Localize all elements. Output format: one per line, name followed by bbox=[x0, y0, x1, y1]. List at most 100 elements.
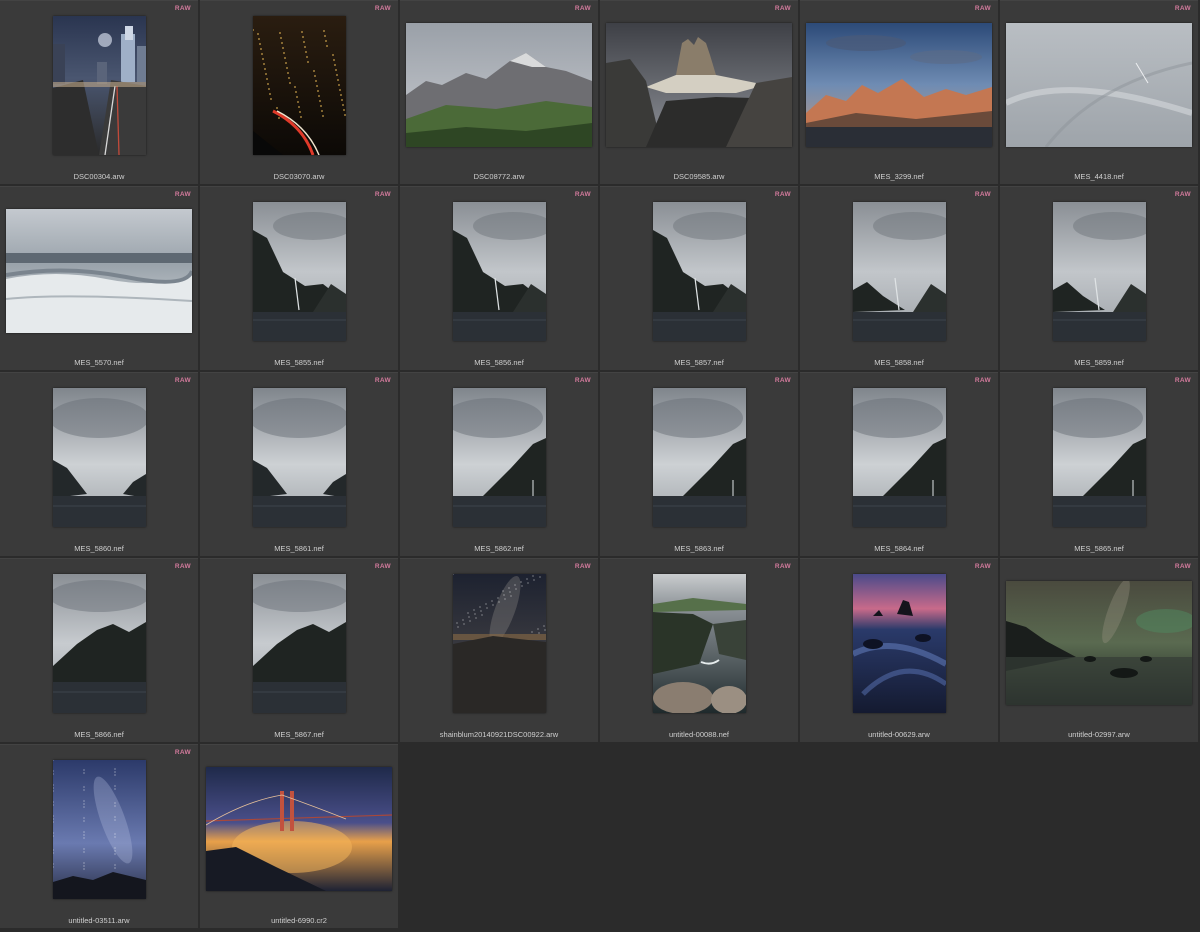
thumbnail-frame bbox=[0, 373, 198, 541]
thumbnail-frame bbox=[200, 187, 398, 355]
thumbnail-cell[interactable]: RAW MES_5570.nef bbox=[0, 186, 198, 370]
thumbnail-cell[interactable]: RAW shainblum20140921DSC00922.arw bbox=[400, 558, 598, 742]
fjord-photo-icon[interactable] bbox=[852, 201, 946, 341]
thumbnail-cell[interactable]: RAW MES_5857.nef bbox=[600, 186, 798, 370]
milky-way-photo-icon[interactable] bbox=[52, 759, 146, 899]
thumbnail-frame bbox=[200, 1, 398, 169]
thumbnail-frame bbox=[0, 559, 198, 727]
filename-label: untitled-6990.cr2 bbox=[271, 916, 327, 925]
mountain-peaks-photo-icon[interactable] bbox=[606, 23, 792, 147]
night-coast-photo-icon[interactable] bbox=[1006, 581, 1192, 705]
thumbnail-cell[interactable]: RAW MES_5858.nef bbox=[800, 186, 998, 370]
filename-label: MES_5861.nef bbox=[274, 544, 324, 553]
filename-label: shainblum20140921DSC00922.arw bbox=[439, 730, 559, 739]
snow-slope-photo-icon[interactable] bbox=[1006, 23, 1192, 147]
filename-label: MES_5860.nef bbox=[74, 544, 124, 553]
thumbnail-frame bbox=[400, 187, 598, 355]
fjord-photo-icon[interactable] bbox=[252, 201, 346, 341]
thumbnail-frame bbox=[600, 373, 798, 541]
fjord-photo-icon[interactable] bbox=[1052, 201, 1146, 341]
fjord-photo-icon[interactable] bbox=[452, 387, 546, 527]
thumbnail-frame bbox=[600, 1, 798, 169]
filename-label: DSC09585.arw bbox=[673, 172, 725, 181]
mountain-valley-photo-icon[interactable] bbox=[406, 23, 592, 147]
milky-way-photo-icon[interactable] bbox=[452, 573, 546, 713]
filename-label: DSC00304.arw bbox=[73, 172, 125, 181]
filename-label: MES_5859.nef bbox=[1074, 358, 1124, 367]
filename-label: untitled-02997.arw bbox=[1068, 730, 1130, 739]
thumbnail-frame bbox=[0, 1, 198, 169]
filename-label: MES_5858.nef bbox=[874, 358, 924, 367]
seastack-dusk-photo-icon[interactable] bbox=[852, 573, 946, 713]
thumbnail-cell[interactable]: RAW MES_5863.nef bbox=[600, 372, 798, 556]
city-night-photo-icon[interactable] bbox=[252, 15, 346, 155]
city-freeway-photo-icon[interactable] bbox=[52, 15, 146, 155]
thumbnail-cell[interactable]: RAW MES_5864.nef bbox=[800, 372, 998, 556]
ocean-waves-photo-icon[interactable] bbox=[6, 209, 192, 333]
fjord-photo-icon[interactable] bbox=[52, 387, 146, 527]
filename-label: MES_5867.nef bbox=[274, 730, 324, 739]
thumbnail-frame bbox=[200, 373, 398, 541]
thumbnail-frame bbox=[200, 745, 398, 913]
thumbnail-grid: RAW DSC00304.arw RAW DSC03070.arw RAW DSC0… bbox=[0, 0, 1200, 932]
thumbnail-frame bbox=[400, 373, 598, 541]
fjord-photo-icon[interactable] bbox=[852, 387, 946, 527]
thumbnail-frame bbox=[0, 745, 198, 913]
thumbnail-cell[interactable]: RAW MES_5856.nef bbox=[400, 186, 598, 370]
thumbnail-cell[interactable]: RAW DSC09585.arw bbox=[600, 0, 798, 184]
filename-label: untitled-00629.arw bbox=[868, 730, 930, 739]
filename-label: MES_5863.nef bbox=[674, 544, 724, 553]
filename-label: MES_5570.nef bbox=[74, 358, 124, 367]
thumbnail-frame bbox=[1000, 187, 1198, 355]
thumbnail-cell[interactable]: RAW MES_5865.nef bbox=[1000, 372, 1198, 556]
fjord-photo-icon[interactable] bbox=[1052, 387, 1146, 527]
thumbnail-cell[interactable]: RAW MES_5859.nef bbox=[1000, 186, 1198, 370]
thumbnail-cell[interactable]: RAW MES_3299.nef bbox=[800, 0, 998, 184]
thumbnail-cell[interactable]: RAW DSC08772.arw bbox=[400, 0, 598, 184]
filename-label: MES_3299.nef bbox=[874, 172, 924, 181]
thumbnail-cell[interactable]: RAW MES_5861.nef bbox=[200, 372, 398, 556]
thumbnail-cell[interactable]: RAW DSC00304.arw bbox=[0, 0, 198, 184]
fjord-photo-icon[interactable] bbox=[652, 201, 746, 341]
filename-label: untitled-00088.nef bbox=[668, 730, 730, 739]
thumbnail-frame bbox=[1000, 1, 1198, 169]
fjord-photo-icon[interactable] bbox=[652, 387, 746, 527]
filename-label: MES_5862.nef bbox=[474, 544, 524, 553]
thumbnail-cell[interactable]: RAW MES_5855.nef bbox=[200, 186, 398, 370]
thumbnail-frame bbox=[400, 559, 598, 727]
thumbnail-cell[interactable]: RAW DSC03070.arw bbox=[200, 0, 398, 184]
filename-label: DSC03070.arw bbox=[273, 172, 325, 181]
thumbnail-cell[interactable]: RAW untitled-00629.arw bbox=[800, 558, 998, 742]
fjord-photo-icon[interactable] bbox=[452, 201, 546, 341]
filename-label: MES_5866.nef bbox=[74, 730, 124, 739]
filename-label: DSC08772.arw bbox=[473, 172, 525, 181]
filename-label: MES_5855.nef bbox=[274, 358, 324, 367]
thumbnail-frame bbox=[0, 187, 198, 355]
thumbnail-frame bbox=[800, 559, 998, 727]
filename-label: untitled-03511.arw bbox=[68, 916, 130, 925]
thumbnail-cell[interactable]: RAW untitled-00088.nef bbox=[600, 558, 798, 742]
thumbnail-frame bbox=[1000, 559, 1198, 727]
filename-label: MES_5856.nef bbox=[474, 358, 524, 367]
golden-gate-photo-icon[interactable] bbox=[206, 767, 392, 891]
thumbnail-cell[interactable]: untitled-6990.cr2 bbox=[200, 744, 398, 928]
thumbnail-cell[interactable]: RAW untitled-03511.arw bbox=[0, 744, 198, 928]
sea-cliff-photo-icon[interactable] bbox=[652, 573, 746, 713]
thumbnail-cell[interactable]: RAW MES_5860.nef bbox=[0, 372, 198, 556]
thumbnail-cell[interactable]: RAW untitled-02997.arw bbox=[1000, 558, 1198, 742]
thumbnail-frame bbox=[600, 187, 798, 355]
thumbnail-cell[interactable]: RAW MES_5867.nef bbox=[200, 558, 398, 742]
filename-label: MES_5864.nef bbox=[874, 544, 924, 553]
fjord-photo-icon[interactable] bbox=[252, 387, 346, 527]
thumbnail-cell[interactable]: RAW MES_5866.nef bbox=[0, 558, 198, 742]
fjord-photo-icon[interactable] bbox=[52, 573, 146, 713]
thumbnail-frame bbox=[200, 559, 398, 727]
thumbnail-frame bbox=[800, 187, 998, 355]
thumbnail-cell[interactable]: RAW MES_4418.nef bbox=[1000, 0, 1198, 184]
fjord-photo-icon[interactable] bbox=[252, 573, 346, 713]
thumbnail-frame bbox=[600, 559, 798, 727]
thumbnail-cell[interactable]: RAW MES_5862.nef bbox=[400, 372, 598, 556]
thumbnail-frame bbox=[1000, 373, 1198, 541]
filename-label: MES_5857.nef bbox=[674, 358, 724, 367]
mountain-sunset-photo-icon[interactable] bbox=[806, 23, 992, 147]
